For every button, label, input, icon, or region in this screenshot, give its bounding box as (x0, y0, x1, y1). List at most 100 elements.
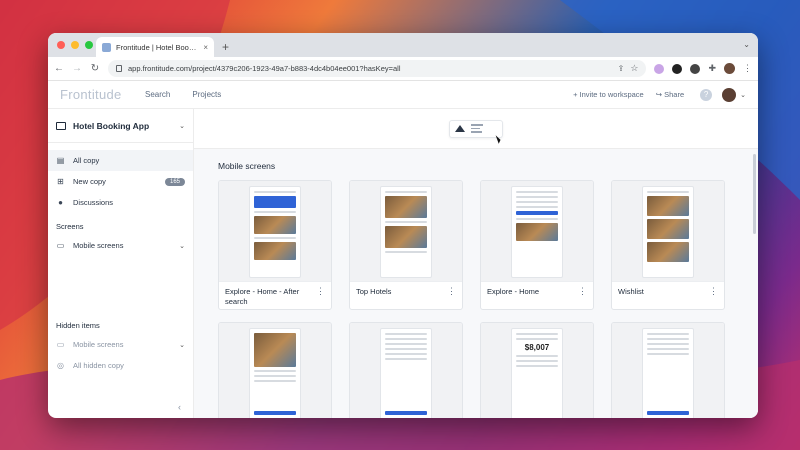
sidebar-item-discussions[interactable]: ● Discussions (48, 192, 193, 213)
bookmark-star-icon[interactable]: ☆ (630, 63, 638, 74)
phone-mockup (511, 186, 563, 278)
eye-off-icon: ◎ (57, 361, 64, 370)
sidebar-item-all-copy[interactable]: ▤ All copy (48, 150, 193, 171)
chevron-down-icon[interactable]: ⌄ (179, 341, 185, 349)
screen-card[interactable]: Top Hotels ⋮ (349, 180, 463, 310)
sidebar-item-label: Discussions (73, 198, 114, 207)
phone-mockup: $8,007 (511, 328, 563, 418)
screen-card[interactable] (218, 322, 332, 418)
screen-thumbnail (219, 323, 331, 418)
chat-icon: ● (58, 198, 63, 207)
top-nav: Search Projects (145, 90, 573, 99)
tab-title: Frontitude | Hotel Booking App (116, 42, 199, 52)
puzzle-extensions-icon[interactable]: ✚ (708, 63, 716, 74)
more-options-icon[interactable]: ⋮ (447, 287, 456, 296)
card-footer: Top Hotels ⋮ (350, 281, 462, 309)
minimize-window-button[interactable] (71, 41, 79, 49)
more-options-icon[interactable]: ⋮ (709, 287, 718, 296)
extension-icon[interactable] (654, 63, 665, 74)
sidebar-item-label: Mobile screens (73, 340, 124, 349)
card-footer: Explore - Home - After search ⋮ (219, 281, 331, 309)
count-badge: 165 (164, 177, 185, 186)
profile-avatar[interactable] (724, 63, 735, 74)
close-tab-icon[interactable]: × (203, 43, 208, 52)
new-document-icon: ⊞ (57, 177, 64, 186)
share-label: Share (664, 90, 685, 99)
collapse-sidebar-icon[interactable]: ‹ (178, 402, 181, 412)
sidebar-item-new-copy[interactable]: ⊞ New copy 165 (48, 171, 193, 192)
share-page-icon[interactable]: ⇪ (618, 64, 625, 73)
back-arrow-icon[interactable]: ← (54, 63, 64, 74)
sidebar: Hotel Booking App ⌄ ▤ All copy ⊞ New cop… (48, 109, 194, 418)
empty-state-banner (194, 109, 758, 149)
sidebar-item-label: Mobile screens (73, 241, 124, 250)
share-button[interactable]: ↪ Share (656, 90, 684, 99)
sidebar-item-label: New copy (73, 177, 106, 186)
screen-card[interactable]: Explore - Home ⋮ (480, 180, 594, 310)
text-lines-icon (471, 124, 483, 133)
new-tab-button[interactable]: + (222, 40, 229, 54)
project-selector[interactable]: Hotel Booking App ⌄ (48, 109, 193, 143)
reload-icon[interactable]: ↻ (90, 63, 100, 74)
screen-card[interactable] (349, 322, 463, 418)
phone-mockup (642, 328, 694, 418)
screen-card[interactable]: Explore - Home - After search ⋮ (218, 180, 332, 310)
extension-icon[interactable] (672, 63, 683, 74)
screen-thumbnail (219, 181, 331, 281)
browser-menu-icon[interactable]: ⋮ (743, 63, 752, 74)
screens-heading: Screens (56, 222, 84, 231)
screen-card[interactable]: Wishlist ⋮ (611, 180, 725, 310)
url-text: app.frontitude.com/project/4379c206-1923… (128, 64, 401, 73)
frontitude-logo[interactable]: Frontitude (60, 87, 145, 102)
mountain-icon (455, 125, 465, 132)
forward-arrow-icon[interactable]: → (72, 63, 82, 74)
zoom-window-button[interactable] (85, 41, 93, 49)
more-options-icon[interactable]: ⋮ (578, 287, 587, 296)
main-content: Mobile screens Explore - Home - After se… (194, 109, 758, 418)
card-footer: Explore - Home ⋮ (481, 281, 593, 309)
card-title: Wishlist (618, 287, 644, 296)
screen-thumbnail (612, 181, 724, 281)
phone-mockup (642, 186, 694, 278)
sidebar-item-all-hidden-copy[interactable]: ◎ All hidden copy (48, 355, 193, 376)
screen-card[interactable] (611, 322, 725, 418)
screen-grid: Explore - Home - After search ⋮ Top Hote… (194, 180, 758, 418)
browser-window: Frontitude | Hotel Booking App × + ⌄ ← →… (48, 33, 758, 418)
window-controls (57, 41, 93, 49)
sidebar-item-hidden-mobile-screens[interactable]: ▭ Mobile screens ⌄ (48, 334, 193, 355)
extension-icon[interactable] (690, 63, 701, 74)
favicon-icon (102, 42, 111, 52)
hidden-items-heading: Hidden items (56, 321, 100, 330)
chevron-down-icon[interactable]: ⌄ (740, 91, 746, 99)
phone-mockup (249, 328, 301, 418)
project-name: Hotel Booking App (73, 120, 150, 131)
help-icon[interactable]: ? (700, 88, 713, 101)
card-title: Explore - Home - After search (225, 287, 300, 306)
chevron-down-icon[interactable]: ⌄ (179, 242, 185, 250)
tab-search-chevron-icon[interactable]: ⌄ (743, 40, 750, 49)
folder-icon (56, 121, 66, 130)
invite-to-workspace-button[interactable]: + Invite to workspace (573, 90, 644, 99)
sidebar-item-label: All copy (73, 156, 100, 165)
url-field[interactable]: app.frontitude.com/project/4379c206-1923… (108, 60, 647, 77)
nav-search[interactable]: Search (145, 90, 170, 99)
browser-tab[interactable]: Frontitude | Hotel Booking App × (96, 37, 214, 57)
nav-projects[interactable]: Projects (192, 90, 221, 99)
lock-icon (116, 65, 122, 72)
group-title: Mobile screens (218, 161, 276, 171)
vertical-scrollbar[interactable] (753, 154, 756, 234)
screen-thumbnail (612, 323, 724, 418)
card-footer: Wishlist ⋮ (612, 281, 724, 309)
phone-mockup (380, 328, 432, 418)
sidebar-item-mobile-screens[interactable]: ▭ Mobile screens ⌄ (48, 235, 193, 256)
card-title: Explore - Home (487, 287, 540, 296)
close-window-button[interactable] (57, 41, 65, 49)
more-options-icon[interactable]: ⋮ (316, 287, 325, 296)
phone-mockup (380, 186, 432, 278)
phone-mockup (249, 186, 301, 278)
user-avatar[interactable] (722, 87, 737, 102)
share-icon: ↪ (655, 90, 665, 99)
screen-card[interactable]: $8,007 (480, 322, 594, 418)
document-icon: ▤ (56, 156, 65, 165)
card-title: Top Hotels (356, 287, 392, 296)
